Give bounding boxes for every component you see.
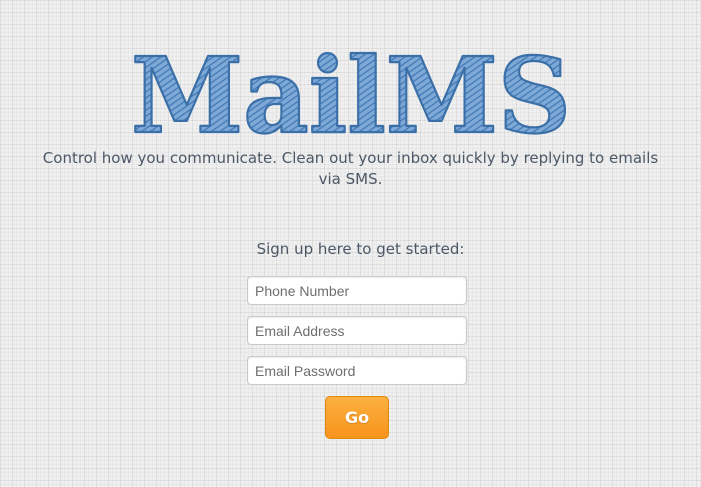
mailms-logo: MailMS — [126, 44, 576, 144]
go-button[interactable]: Go — [325, 396, 389, 439]
phone-number-input[interactable] — [247, 276, 467, 305]
email-address-input[interactable] — [247, 316, 467, 345]
tagline: Control how you communicate. Clean out y… — [42, 149, 659, 188]
logo-text: MailMS — [131, 44, 571, 144]
email-password-input[interactable] — [247, 356, 467, 385]
signup-heading: Sign up here to get started: — [256, 240, 465, 258]
